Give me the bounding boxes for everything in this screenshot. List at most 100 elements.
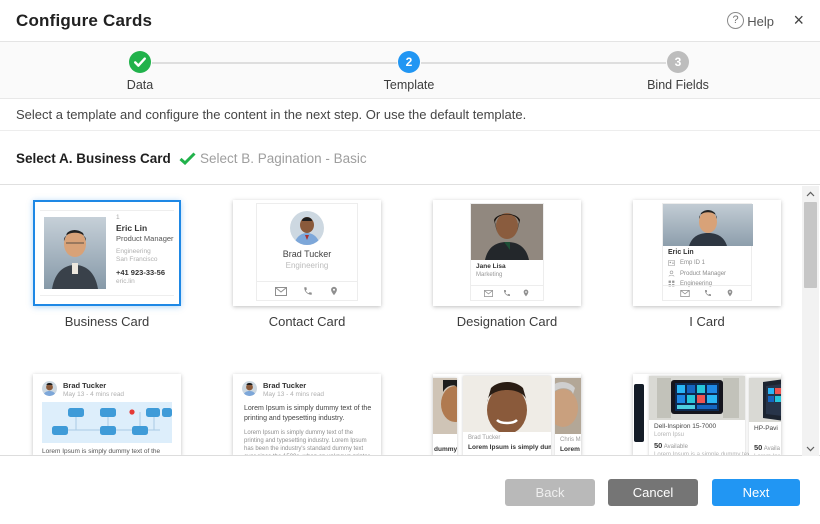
employee-photo [471,204,543,260]
tab-select-b-pagination-basic[interactable]: Select B. Pagination - Basic [200,151,367,166]
mail-icon [275,287,287,296]
mail-icon [680,290,690,297]
stepper: 2 3 Data Template Bind Fields [0,42,820,99]
feed-author: Brad Tucker [63,381,106,390]
help-button[interactable]: Help [747,14,774,29]
badge-icon [668,260,675,266]
product-photo-edge [634,384,644,442]
phone-icon [704,289,712,297]
carousel-text: Lorem Ipsum is simply dummy text of the [468,455,551,456]
product-stock: 50 Available [654,441,688,450]
person-photo [433,378,457,434]
card-emp-id: Emp ID 1 [680,260,705,266]
product-photo [649,376,745,420]
step-bindfields-number[interactable]: 3 [667,51,689,73]
carousel-item-right: HP-Pavi 50 Availa Lorem Ips [749,378,781,456]
card-title: Product Manager [680,271,726,277]
card-city: San Francisco [116,256,174,264]
scroll-up-icon[interactable] [802,186,819,201]
template-tile-i-card[interactable]: Eric Lin Emp ID 1 Product Manager Engine… [633,200,781,306]
contact-actions [471,285,543,300]
feed-lead: Lorem Ipsum is simply dummy text of the … [244,404,372,424]
carousel-item-center: Brad Tucker Lorem Ipsum is simply dummy … [463,376,551,456]
template-select-tabs: Select A. Business Card Select B. Pagina… [0,131,820,185]
step-label-bind-fields: Bind Fields [618,78,738,92]
card-email: eric.lin [116,278,174,286]
contact-actions [663,285,751,300]
carousel-name: Brad Tucker [468,435,500,441]
check-icon [179,152,196,165]
cancel-button[interactable]: Cancel [608,479,698,506]
template-tile-designation-card[interactable]: Jane Lisa Marketing [433,200,581,306]
product-photo [749,378,781,422]
template-tile-feed-diagram[interactable]: Brad Tucker May 13 - 4 mins read Lorem I… [33,374,181,456]
product-sub: Lorem Ipsu [654,432,684,438]
i-card-preview: Eric Lin Emp ID 1 Product Manager Engine… [662,203,752,301]
person-photo [555,378,581,434]
template-tile-contact-card[interactable]: Brad Tucker Engineering [233,200,381,306]
next-button[interactable]: Next [712,479,800,506]
instruction-text: Select a template and configure the cont… [16,107,526,122]
product-stock-word: Available [664,444,688,450]
avatar [242,381,257,396]
template-tile-feed-text[interactable]: Brad Tucker May 13 - 4 mins read Lorem I… [233,374,381,456]
template-name-designation-card: Designation Card [433,314,581,329]
feed-meta: May 13 - 4 mins read [263,391,324,398]
card-phone: +41 923-33-56 [116,268,174,277]
close-icon[interactable]: × [793,10,804,30]
help-icon[interactable]: ? [727,12,744,29]
feed-meta: May 13 - 4 mins read [63,391,124,398]
product-stock-count: 50 [754,443,762,452]
card-index: 1 [116,214,174,222]
business-card-preview: 1 Eric Lin Product Manager Engineering S… [40,210,174,296]
scroll-down-icon[interactable] [802,441,819,456]
template-tile-business-card[interactable]: 1 Eric Lin Product Manager Engineering S… [33,200,181,306]
card-name: Jane Lisa [476,263,506,270]
template-tile-product-carousel[interactable]: Dell-Inspiron 15-7000 Lorem Ipsu 50 Avai… [633,374,781,456]
employee-photo [663,204,753,246]
product-stock: 50 Availa [754,443,780,452]
card-dept: Engineering [116,248,174,256]
product-stock-word: Availa [764,446,780,452]
flowchart-image [42,402,172,443]
mail-icon [484,290,493,297]
avatar [42,381,57,396]
template-name-business-card: Business Card [33,314,181,329]
phone-icon [503,289,511,297]
employee-photo [44,217,106,289]
carousel-name: Chris Madison [560,437,581,443]
template-gallery: 1 Eric Lin Product Manager Engineering S… [0,185,820,456]
carousel-item-right: Chris Madison Lorem Ipsum is a Lorem Ips… [555,378,581,456]
product-text: Lorem Ips [754,454,781,456]
product-stock-count: 50 [654,441,662,450]
scrollbar-thumb[interactable] [804,202,817,288]
template-name-contact-card: Contact Card [233,314,381,329]
contact-card-preview: Brad Tucker Engineering [256,203,358,301]
phone-icon [303,286,313,296]
avatar [290,211,324,245]
card-name: Brad Tucker [257,249,357,259]
location-icon [329,285,339,297]
carousel-item-center: Dell-Inspiron 15-7000 Lorem Ipsu 50 Avai… [649,376,745,456]
carousel-lead: Lorem Ipsum is a [560,446,581,453]
step-template-number[interactable]: 2 [398,51,420,73]
feed-body: Lorem Ipsum is simply dummy text of the … [244,429,372,456]
person-icon [668,270,675,277]
step-data-check-icon[interactable] [129,51,151,73]
card-title: Product Manager [116,234,174,243]
product-title: HP-Pavi [754,425,778,432]
person-photo [463,376,551,432]
template-name-i-card: I Card [633,314,781,329]
carousel-lead: dummy [434,446,457,453]
dialog-header: Configure Cards ? Help × [0,0,820,42]
feed-author: Brad Tucker [263,381,306,390]
back-button[interactable]: Back [505,479,595,506]
tab-select-a-business-card[interactable]: Select A. Business Card [16,151,196,166]
vertical-scrollbar[interactable] [802,186,819,456]
template-tile-people-carousel[interactable]: dummy mmy text of the Brad Tucker Lorem … [433,374,581,456]
location-icon [522,288,530,298]
step-label-template: Template [349,78,469,92]
card-dept: Marketing [476,272,502,278]
step-label-data: Data [80,78,200,92]
contact-actions [257,281,357,300]
